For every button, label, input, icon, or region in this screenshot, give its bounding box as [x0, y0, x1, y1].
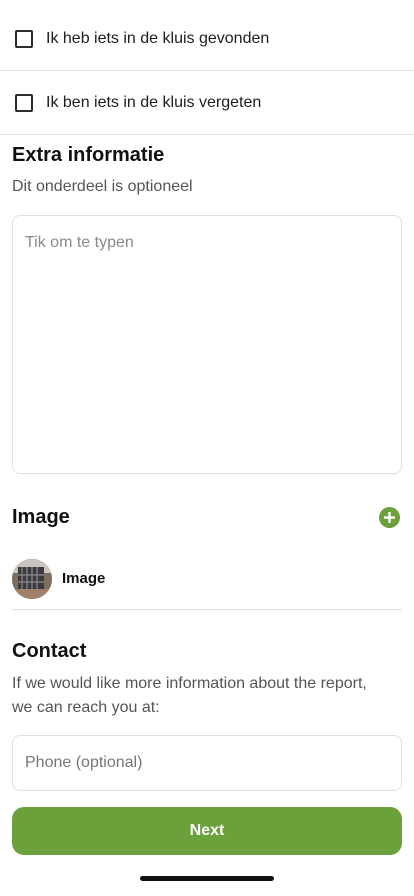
phone-placeholder: Phone (optional)	[25, 754, 143, 771]
found-item-label: Ik heb iets in de kluis gevonden	[46, 30, 270, 47]
contact-title: Contact	[12, 640, 87, 662]
forgot-item-label: Ik ben iets in de kluis vergeten	[46, 94, 262, 111]
forgot-item-checkbox-row[interactable]: Ik ben iets in de kluis vergeten	[0, 72, 414, 135]
add-image-button[interactable]	[379, 507, 400, 528]
contact-description-line2: we can reach you at:	[12, 699, 160, 716]
home-indicator	[140, 876, 274, 881]
found-item-checkbox-row[interactable]: Ik heb iets in de kluis gevonden	[0, 8, 414, 71]
contact-description-line1: If we would like more information about …	[12, 675, 367, 692]
phone-input[interactable]: Phone (optional)	[12, 735, 402, 791]
plus-icon	[384, 512, 395, 523]
image-thumbnail	[12, 558, 52, 599]
extra-info-subtitle: Dit onderdeel is optioneel	[12, 178, 193, 195]
image-item-label: Image	[62, 570, 106, 587]
next-button-label: Next	[189, 822, 225, 839]
next-button[interactable]: Next	[12, 807, 402, 855]
extra-info-textarea[interactable]: Tik om te typen	[12, 215, 402, 474]
found-item-checkbox[interactable]	[15, 30, 33, 48]
forgot-item-checkbox[interactable]	[15, 94, 33, 112]
extra-info-placeholder: Tik om te typen	[25, 234, 134, 251]
extra-info-title: Extra informatie	[12, 144, 165, 166]
image-list-item[interactable]: Image	[12, 558, 402, 610]
report-form-page: Ik heb iets in de kluis gevonden Ik ben …	[0, 0, 414, 896]
image-section-title: Image	[12, 506, 70, 528]
